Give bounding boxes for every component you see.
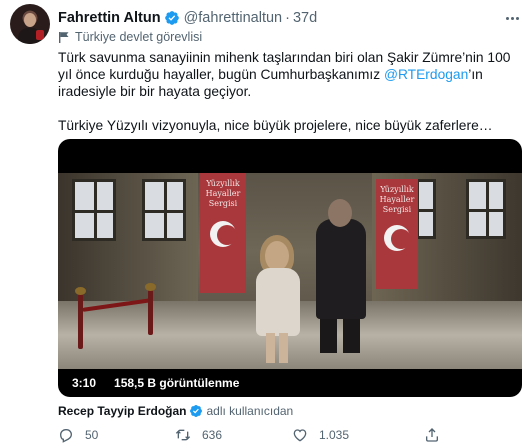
- like-button[interactable]: 1.035: [292, 427, 349, 443]
- view-count: 158,5 B görüntülenme: [108, 373, 246, 393]
- flag-icon: [59, 32, 69, 43]
- tweet-card[interactable]: Fahrettin Altun @fahrettinaltun · 37d Tü…: [0, 0, 529, 448]
- banner-text: Yüzyıllık Hayaller Sergisi: [205, 179, 241, 208]
- retweet-count: 636: [202, 428, 223, 442]
- reply-icon: [59, 429, 73, 443]
- avatar[interactable]: [10, 4, 50, 44]
- video-duration: 3:10: [66, 373, 103, 393]
- attribution-name[interactable]: Recep Tayyip Erdoğan: [58, 404, 186, 418]
- reply-count: 50: [85, 428, 99, 442]
- tweet-text: Türk savunma sanayiinin mihenk taşlarınd…: [58, 49, 513, 151]
- label-text: Türkiye devlet görevlisi: [75, 30, 203, 44]
- verified-badge-icon: [190, 405, 203, 417]
- retweet-button[interactable]: 636: [175, 427, 222, 443]
- exhibition-banner-right: Yüzyıllık Hayaller Sergisi: [376, 179, 418, 289]
- video-frame: Yüzyıllık Hayaller Sergisi Yüzyıllık Hay…: [58, 173, 522, 369]
- verified-badge-icon: [164, 11, 179, 25]
- more-icon: [505, 16, 509, 20]
- like-icon: [293, 429, 307, 442]
- video-attribution[interactable]: Recep Tayyip Erdoğan adlı kullanıcıdan: [58, 404, 293, 418]
- action-bar: 50 636 1.035: [58, 427, 522, 447]
- reply-button[interactable]: 50: [58, 427, 98, 443]
- tweet-paragraph-1: Türk savunma sanayiinin mihenk taşlarınd…: [58, 49, 513, 100]
- mention-link[interactable]: @RTErdogan: [384, 67, 468, 82]
- government-label[interactable]: Türkiye devlet görevlisi: [58, 30, 202, 44]
- like-count: 1.035: [319, 428, 350, 442]
- exhibition-banner-left: Yüzyıllık Hayaller Sergisi: [200, 173, 246, 293]
- banner-text: Yüzyıllık Hayaller Sergisi: [379, 185, 415, 214]
- more-options-button[interactable]: [503, 9, 521, 27]
- retweet-icon: [175, 429, 191, 441]
- author-handle[interactable]: @fahrettinaltun: [184, 10, 283, 26]
- author-name[interactable]: Fahrettin Altun: [58, 10, 161, 26]
- tweet-header: Fahrettin Altun @fahrettinaltun · 37d: [58, 9, 317, 27]
- video-player[interactable]: Yüzyıllık Hayaller Sergisi Yüzyıllık Hay…: [58, 139, 522, 397]
- timestamp[interactable]: 37d: [293, 10, 317, 26]
- separator-dot: ·: [285, 10, 290, 26]
- share-icon: [426, 428, 438, 442]
- attribution-suffix: adlı kullanıcıdan: [206, 404, 294, 418]
- video-badges: 3:10 158,5 B görüntülenme: [66, 373, 246, 393]
- share-button[interactable]: [424, 427, 451, 443]
- tweet-paragraph-2: Türkiye Yüzyılı vizyonuyla, nice büyük p…: [58, 118, 493, 133]
